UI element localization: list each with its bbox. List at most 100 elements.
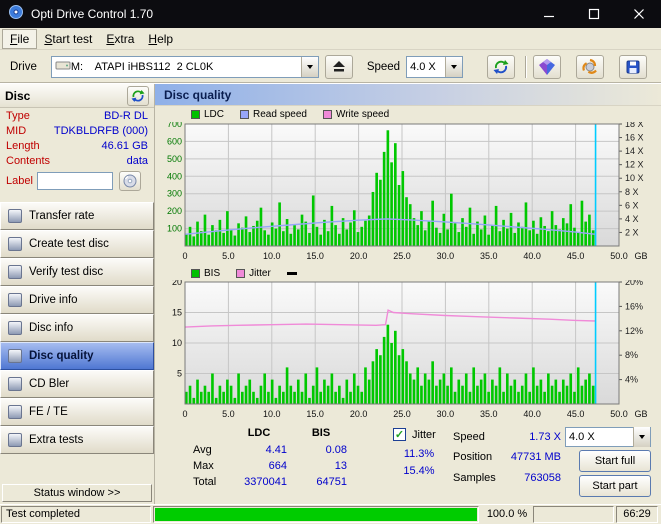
jitter-checkbox-label: Jitter bbox=[412, 429, 436, 441]
info-value: BD-R DL bbox=[103, 110, 148, 122]
speed-select[interactable]: 4.0 X bbox=[406, 55, 464, 78]
speed-stat-label: Speed bbox=[453, 431, 485, 443]
start-part-button[interactable]: Start part bbox=[579, 475, 651, 497]
legend-label: Jitter bbox=[249, 267, 271, 279]
legend-label: LDC bbox=[204, 108, 225, 120]
drive-select-arrow-icon[interactable] bbox=[301, 56, 319, 77]
svg-text:20%: 20% bbox=[625, 280, 643, 287]
bis-column-header: BIS bbox=[311, 427, 331, 439]
samples-stat-value: 763058 bbox=[524, 472, 561, 484]
svg-text:6 X: 6 X bbox=[625, 200, 639, 210]
check-icon: ✓ bbox=[394, 429, 405, 441]
svg-text:4%: 4% bbox=[625, 375, 638, 385]
svg-text:5.0: 5.0 bbox=[222, 251, 235, 261]
sidebar-button-label: Transfer rate bbox=[29, 210, 95, 222]
sidebar-button-icon bbox=[8, 293, 22, 307]
maximize-button[interactable] bbox=[571, 0, 616, 28]
disc-info: Type BD-R DL MID TDKBLDRFB (000) Length 46.61… bbox=[0, 108, 154, 168]
sidebar-item-transfer-rate[interactable]: Transfer rate bbox=[0, 202, 154, 230]
svg-text:20: 20 bbox=[172, 280, 182, 287]
position-marker-swatch-icon bbox=[286, 271, 297, 275]
save-tool-button[interactable] bbox=[619, 54, 647, 79]
sidebar-button-icon bbox=[8, 321, 22, 335]
quality-speed-select[interactable]: 4.0 X bbox=[565, 427, 651, 447]
samples-stat-label: Samples bbox=[453, 472, 496, 484]
status-window-button[interactable]: Status window >> bbox=[2, 484, 152, 502]
speed-label: Speed bbox=[366, 60, 401, 73]
sidebar-button-icon bbox=[8, 237, 22, 251]
sidebar-item-disc-info[interactable]: Disc info bbox=[0, 314, 154, 342]
svg-text:8 X: 8 X bbox=[625, 187, 639, 197]
info-label: MID bbox=[6, 125, 27, 137]
close-button[interactable] bbox=[616, 0, 661, 28]
total-ldc-value: 3370041 bbox=[244, 476, 287, 488]
cd-icon bbox=[123, 174, 137, 188]
gem-tool-button[interactable] bbox=[533, 54, 561, 79]
label-input[interactable] bbox=[36, 172, 113, 190]
jitter-avg-value: 11.3% bbox=[403, 448, 435, 460]
sidebar-button-icon bbox=[8, 433, 22, 447]
menu-help[interactable]: Help bbox=[141, 30, 180, 48]
svg-text:14 X: 14 X bbox=[625, 146, 644, 156]
info-label: Length bbox=[6, 140, 40, 152]
svg-text:25.0: 25.0 bbox=[393, 251, 411, 261]
menu-start-test[interactable]: Start test bbox=[37, 30, 99, 48]
refresh-button[interactable] bbox=[487, 54, 515, 79]
svg-text:GB: GB bbox=[634, 409, 647, 419]
sidebar-item-disc-quality[interactable]: Disc quality bbox=[0, 342, 154, 370]
sidebar-item-verify-test-disc[interactable]: Verify test disc bbox=[0, 258, 154, 286]
legend-bis: BIS bbox=[191, 268, 220, 279]
avg-ldc-value: 4.41 bbox=[265, 444, 287, 456]
sidebar-button-label: Create test disc bbox=[29, 238, 109, 250]
write-speed-swatch-icon bbox=[322, 109, 332, 119]
drive-icon bbox=[55, 60, 71, 74]
svg-text:35.0: 35.0 bbox=[480, 409, 498, 419]
legend-bottom: BIS Jitter bbox=[155, 266, 661, 280]
menu-extra[interactable]: Extra bbox=[99, 30, 141, 48]
svg-text:4 X: 4 X bbox=[625, 214, 639, 224]
sidebar-button-icon bbox=[8, 405, 22, 419]
speed-select-arrow-icon[interactable] bbox=[445, 56, 463, 77]
sidebar-button-label: CD Bler bbox=[29, 378, 70, 390]
legend-write-speed: Write speed bbox=[322, 109, 389, 120]
disc-info-row-mid: MID TDKBLDRFB (000) bbox=[0, 123, 154, 138]
sidebar-item-cd-bler[interactable]: CD Bler bbox=[0, 370, 154, 398]
progress-bar bbox=[153, 506, 479, 523]
svg-text:40.0: 40.0 bbox=[523, 409, 541, 419]
svg-text:25.0: 25.0 bbox=[393, 409, 411, 419]
sidebar-button-label: FE / TE bbox=[29, 406, 68, 418]
legend-label: Read speed bbox=[253, 108, 307, 120]
sidebar-item-extra-tests[interactable]: Extra tests bbox=[0, 426, 154, 454]
start-full-button[interactable]: Start full bbox=[579, 450, 651, 472]
svg-text:20.0: 20.0 bbox=[350, 251, 368, 261]
svg-text:700: 700 bbox=[167, 122, 182, 129]
disc-label-button[interactable] bbox=[118, 171, 141, 191]
sidebar-item-drive-info[interactable]: Drive info bbox=[0, 286, 154, 314]
bis-swatch-icon bbox=[191, 268, 200, 278]
minimize-button[interactable] bbox=[526, 0, 571, 28]
drive-select[interactable]: M: ATAPI iHBS112 2 CL0K bbox=[50, 55, 320, 78]
disc-refresh-button[interactable] bbox=[127, 85, 149, 106]
jitter-checkbox[interactable]: ✓ bbox=[393, 428, 406, 441]
disc-info-row-length: Length 46.61 GB bbox=[0, 138, 154, 153]
app-icon bbox=[8, 4, 24, 25]
total-bis-value: 64751 bbox=[316, 476, 347, 488]
max-bis-value: 13 bbox=[334, 460, 347, 472]
grab-disc-tool-button[interactable] bbox=[576, 54, 604, 79]
eject-button[interactable] bbox=[325, 54, 353, 79]
sidebar-item-fe-te[interactable]: FE / TE bbox=[0, 398, 154, 426]
svg-text:16%: 16% bbox=[625, 301, 643, 311]
info-label: Contents bbox=[6, 155, 51, 167]
svg-text:15.0: 15.0 bbox=[306, 409, 324, 419]
sidebar-item-create-test-disc[interactable]: Create test disc bbox=[0, 230, 154, 258]
quality-speed-arrow-icon[interactable] bbox=[633, 427, 650, 447]
menu-file[interactable]: File bbox=[2, 28, 38, 49]
save-icon bbox=[626, 60, 640, 73]
sidebar-button-label: Disc quality bbox=[29, 350, 94, 362]
svg-text:50.0: 50.0 bbox=[610, 251, 628, 261]
svg-text:15.0: 15.0 bbox=[306, 251, 324, 261]
eject-icon bbox=[332, 61, 345, 72]
svg-text:16 X: 16 X bbox=[625, 133, 644, 143]
sidebar-button-icon bbox=[8, 209, 22, 223]
titlebar: Opti Drive Control 1.70 bbox=[0, 0, 661, 28]
